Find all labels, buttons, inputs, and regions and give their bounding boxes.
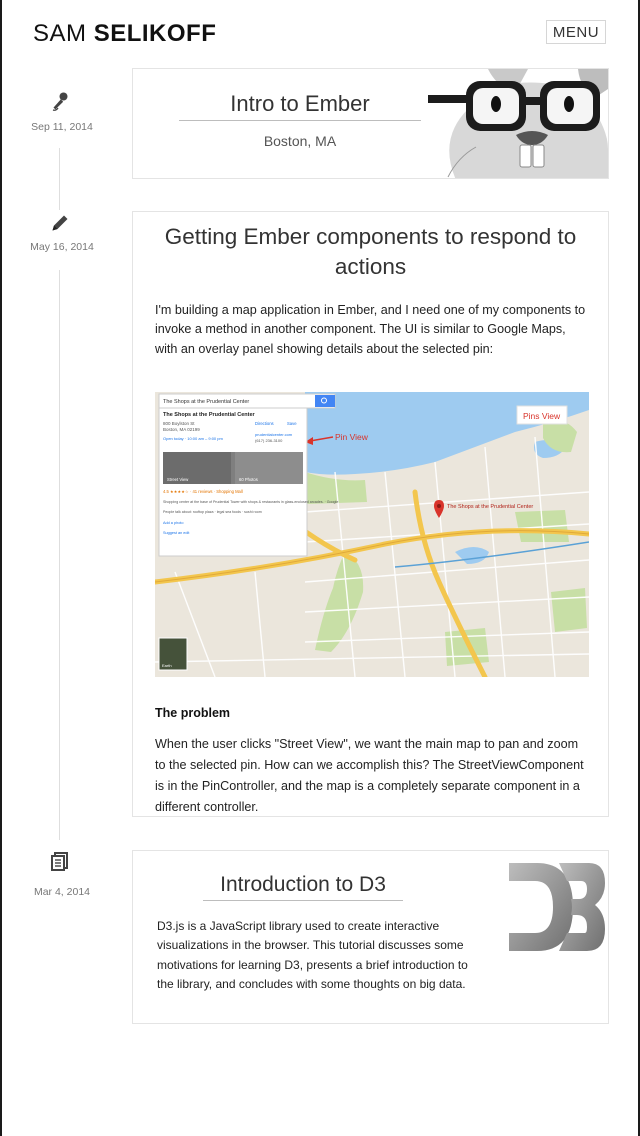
site-logo[interactable]: SAM SELIKOFF [33,20,216,48]
address-line-2: Boston, MA 02199 [163,427,200,432]
post-card[interactable]: Getting Ember components to respond to a… [132,211,609,817]
hours: Open today · 10:00 am – 9:00 pm [163,436,223,441]
suggest-edit-link: Suggest an edit [163,531,190,535]
people-talk: People talk about: rooftop plaza · legal… [163,510,262,514]
phone: (617) 236-3100 [255,438,283,443]
rating: 4.5 ★★★★☆ · 41 reviews · Shopping Mall [163,489,243,494]
timeline-date: Sep 11, 2014 [31,121,93,133]
title-underline [203,900,403,901]
post-body: When the user clicks "Street View", we w… [155,737,584,814]
d3-card[interactable]: Introduction to D3 D3.js is a JavaScript… [132,850,609,1024]
pin-view-label: Pin View [335,432,369,442]
talk-card[interactable]: Intro to Ember Boston, MA [132,68,609,179]
d3-logo-icon [509,863,605,951]
timeline-date: Mar 4, 2014 [33,886,91,898]
d3-description: D3.js is a JavaScript library used to cr… [157,919,468,992]
website-link: prudentialcenter.com [255,432,293,437]
add-photo-link: Add a photo [163,521,183,525]
map-pin-label: The Shops at the Prudential Center [447,504,533,510]
earth-toggle: Earth [162,663,172,668]
post-intro: I'm building a map application in Ember,… [155,303,586,356]
tomster-mascot-image [428,69,608,178]
menu-button[interactable]: MENU [546,20,606,44]
document-icon [51,852,68,871]
place-description: Shopping center at the base of Prudentia… [163,500,338,504]
talk-location: Boston, MA [263,133,337,149]
map-screenshot: The Shops at the Prudential Center Pins … [155,392,589,677]
frame-edge-left [0,0,2,1136]
talk-title[interactable]: Intro to Ember [179,91,421,117]
directions-link: Directions [255,421,274,426]
timeline-line [59,270,60,840]
logo-first-name: SAM [33,20,87,47]
section-heading: The problem [155,706,231,720]
title-underline [179,120,421,121]
post-title[interactable]: Getting Ember components to respond to a… [155,222,586,282]
map-search-text: The Shops at the Prudential Center [163,399,249,405]
pins-view-label: Pins View [523,411,561,421]
timeline-line [59,148,60,210]
photos-thumb: 60 Photos [239,477,258,482]
timeline-date: May 16, 2014 [30,241,94,253]
street-view-thumb: Street View [167,477,189,482]
pencil-icon [52,215,68,231]
microphone-icon [52,92,68,111]
d3-title[interactable]: Introduction to D3 [203,873,403,897]
save-link: Save [287,421,297,426]
address-line-1: 800 Boylston St [163,421,195,426]
logo-last-name: SELIKOFF [93,20,217,47]
place-name: The Shops at the Prudential Center [163,412,256,418]
